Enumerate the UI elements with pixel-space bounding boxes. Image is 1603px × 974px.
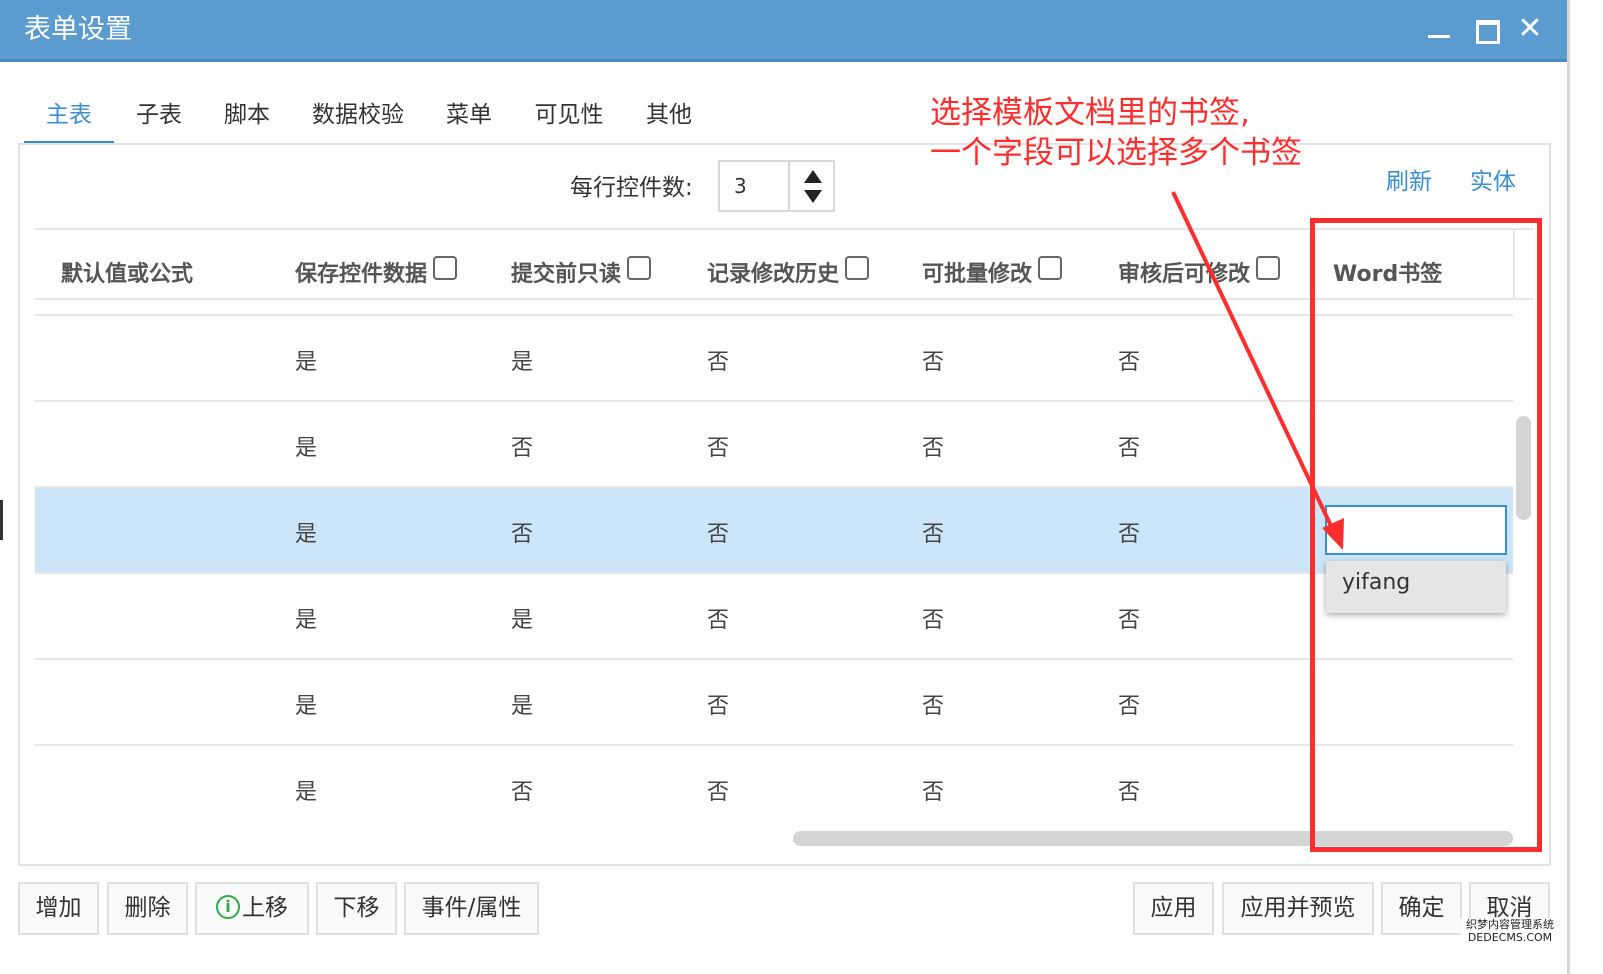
maximize-icon[interactable] <box>1472 14 1502 44</box>
events-properties-button[interactable]: 事件/属性 <box>404 882 539 935</box>
cell-history[interactable]: 否 <box>707 688 729 720</box>
cell-after-review[interactable]: 否 <box>1118 602 1140 634</box>
cell-after-review[interactable]: 否 <box>1118 516 1140 548</box>
cell-after-review[interactable]: 否 <box>1118 774 1140 806</box>
record-history-checkbox[interactable] <box>845 256 870 280</box>
tab-sub-table[interactable]: 子表 <box>134 95 184 145</box>
cell-batch[interactable]: 否 <box>922 430 944 462</box>
cell-save-data[interactable]: 是 <box>295 602 317 634</box>
cell-readonly[interactable]: 是 <box>511 344 533 376</box>
table-row[interactable]: 是 否 否 否 否 <box>35 402 1513 488</box>
cell-readonly[interactable]: 否 <box>511 430 533 462</box>
tab-data-validation[interactable]: 数据校验 <box>310 95 406 145</box>
tab-main-table[interactable]: 主表 <box>24 95 114 145</box>
annotation-line-2: 一个字段可以选择多个书签 <box>930 135 1302 171</box>
apply-and-preview-button[interactable]: 应用并预览 <box>1222 882 1374 935</box>
column-header-default-value: 默认值或公式 <box>61 262 194 287</box>
cell-save-data[interactable]: 是 <box>295 688 317 720</box>
table-row[interactable]: 是 是 否 否 否 <box>35 316 1513 402</box>
vertical-scrollbar[interactable] <box>1516 416 1531 520</box>
tab-menu[interactable]: 菜单 <box>444 95 494 145</box>
info-icon: i <box>216 894 240 919</box>
controls-per-row-stepper[interactable]: 3 <box>718 160 835 212</box>
table-row[interactable]: 是 是 否 否 否 <box>35 660 1513 746</box>
column-header-word-bookmark: Word书签 <box>1333 262 1443 287</box>
table-header: 默认值或公式 保存控件数据 提交前只读 记录修改历史 可批量修改 审核后可修改 … <box>35 228 1533 300</box>
readonly-before-submit-checkbox[interactable] <box>627 256 652 280</box>
move-up-button[interactable]: i 上移 <box>195 882 309 935</box>
cell-save-data[interactable]: 是 <box>295 430 317 462</box>
annotation-line-1: 选择模板文档里的书签, <box>930 95 1250 131</box>
move-down-button[interactable]: 下移 <box>316 882 397 935</box>
cell-readonly[interactable]: 是 <box>511 602 533 634</box>
cell-save-data[interactable]: 是 <box>295 516 317 548</box>
cell-after-review[interactable]: 否 <box>1118 688 1140 720</box>
close-icon[interactable]: ✕ <box>1515 14 1545 44</box>
editable-after-review-checkbox[interactable] <box>1256 256 1281 280</box>
cell-history[interactable]: 否 <box>707 430 729 462</box>
tab-script[interactable]: 脚本 <box>222 95 272 145</box>
batch-edit-checkbox[interactable] <box>1038 256 1063 280</box>
refresh-link[interactable]: 刷新 <box>1386 162 1432 196</box>
cell-save-data[interactable]: 是 <box>295 774 317 806</box>
header-divider <box>1513 230 1515 300</box>
ok-button[interactable]: 确定 <box>1381 882 1462 935</box>
horizontal-scrollbar[interactable] <box>793 831 1513 846</box>
apply-button[interactable]: 应用 <box>1133 882 1214 935</box>
cell-after-review[interactable]: 否 <box>1118 430 1140 462</box>
column-header-save-control-data: 保存控件数据 <box>295 256 458 288</box>
save-control-data-checkbox[interactable] <box>433 256 458 280</box>
table-row[interactable]: 是 否 否 否 否 <box>35 746 1513 832</box>
cell-batch[interactable]: 否 <box>922 602 944 634</box>
controls-per-row-label: 每行控件数: <box>570 175 693 201</box>
table-row[interactable]: 是 是 否 否 否 <box>35 574 1513 660</box>
bookmark-dropdown[interactable]: yifang <box>1326 561 1506 613</box>
cell-history[interactable]: 否 <box>707 602 729 634</box>
arrow-up-icon[interactable] <box>804 170 822 183</box>
cell-readonly[interactable]: 否 <box>511 516 533 548</box>
cell-batch[interactable]: 否 <box>922 344 944 376</box>
cell-batch[interactable]: 否 <box>922 774 944 806</box>
cell-history[interactable]: 否 <box>707 344 729 376</box>
stepper-value[interactable]: 3 <box>734 174 747 198</box>
entity-link[interactable]: 实体 <box>1470 162 1516 196</box>
title-bar: 表单设置 ✕ <box>0 0 1570 62</box>
table-row-selected[interactable]: 是 否 否 否 否 <box>35 488 1513 574</box>
cell-history[interactable]: 否 <box>707 516 729 548</box>
column-header-batch-edit: 可批量修改 <box>922 256 1063 288</box>
column-header-editable-after-review: 审核后可修改 <box>1118 256 1281 288</box>
window-title: 表单设置 <box>24 14 132 45</box>
cell-batch[interactable]: 否 <box>922 688 944 720</box>
word-bookmark-input[interactable] <box>1325 505 1507 555</box>
stepper-arrows[interactable] <box>788 162 835 210</box>
add-button[interactable]: 增加 <box>18 882 99 935</box>
watermark: 织梦内容管理系统 DEDECMS.COM <box>1460 918 1560 946</box>
cell-batch[interactable]: 否 <box>922 516 944 548</box>
cell-after-review[interactable]: 否 <box>1118 344 1140 376</box>
cell-readonly[interactable]: 否 <box>511 774 533 806</box>
tab-other[interactable]: 其他 <box>644 95 694 145</box>
window-border <box>1567 0 1570 974</box>
column-header-readonly-before-submit: 提交前只读 <box>511 256 652 288</box>
delete-button[interactable]: 删除 <box>107 882 188 935</box>
arrow-down-icon[interactable] <box>804 190 822 203</box>
bookmark-option[interactable]: yifang <box>1342 570 1410 595</box>
tab-visibility[interactable]: 可见性 <box>532 95 606 145</box>
minimize-icon[interactable] <box>1424 14 1454 44</box>
column-header-record-history: 记录修改历史 <box>707 256 870 288</box>
cell-save-data[interactable]: 是 <box>295 344 317 376</box>
window-edge-mark <box>0 500 3 540</box>
cell-readonly[interactable]: 是 <box>511 688 533 720</box>
cell-history[interactable]: 否 <box>707 774 729 806</box>
